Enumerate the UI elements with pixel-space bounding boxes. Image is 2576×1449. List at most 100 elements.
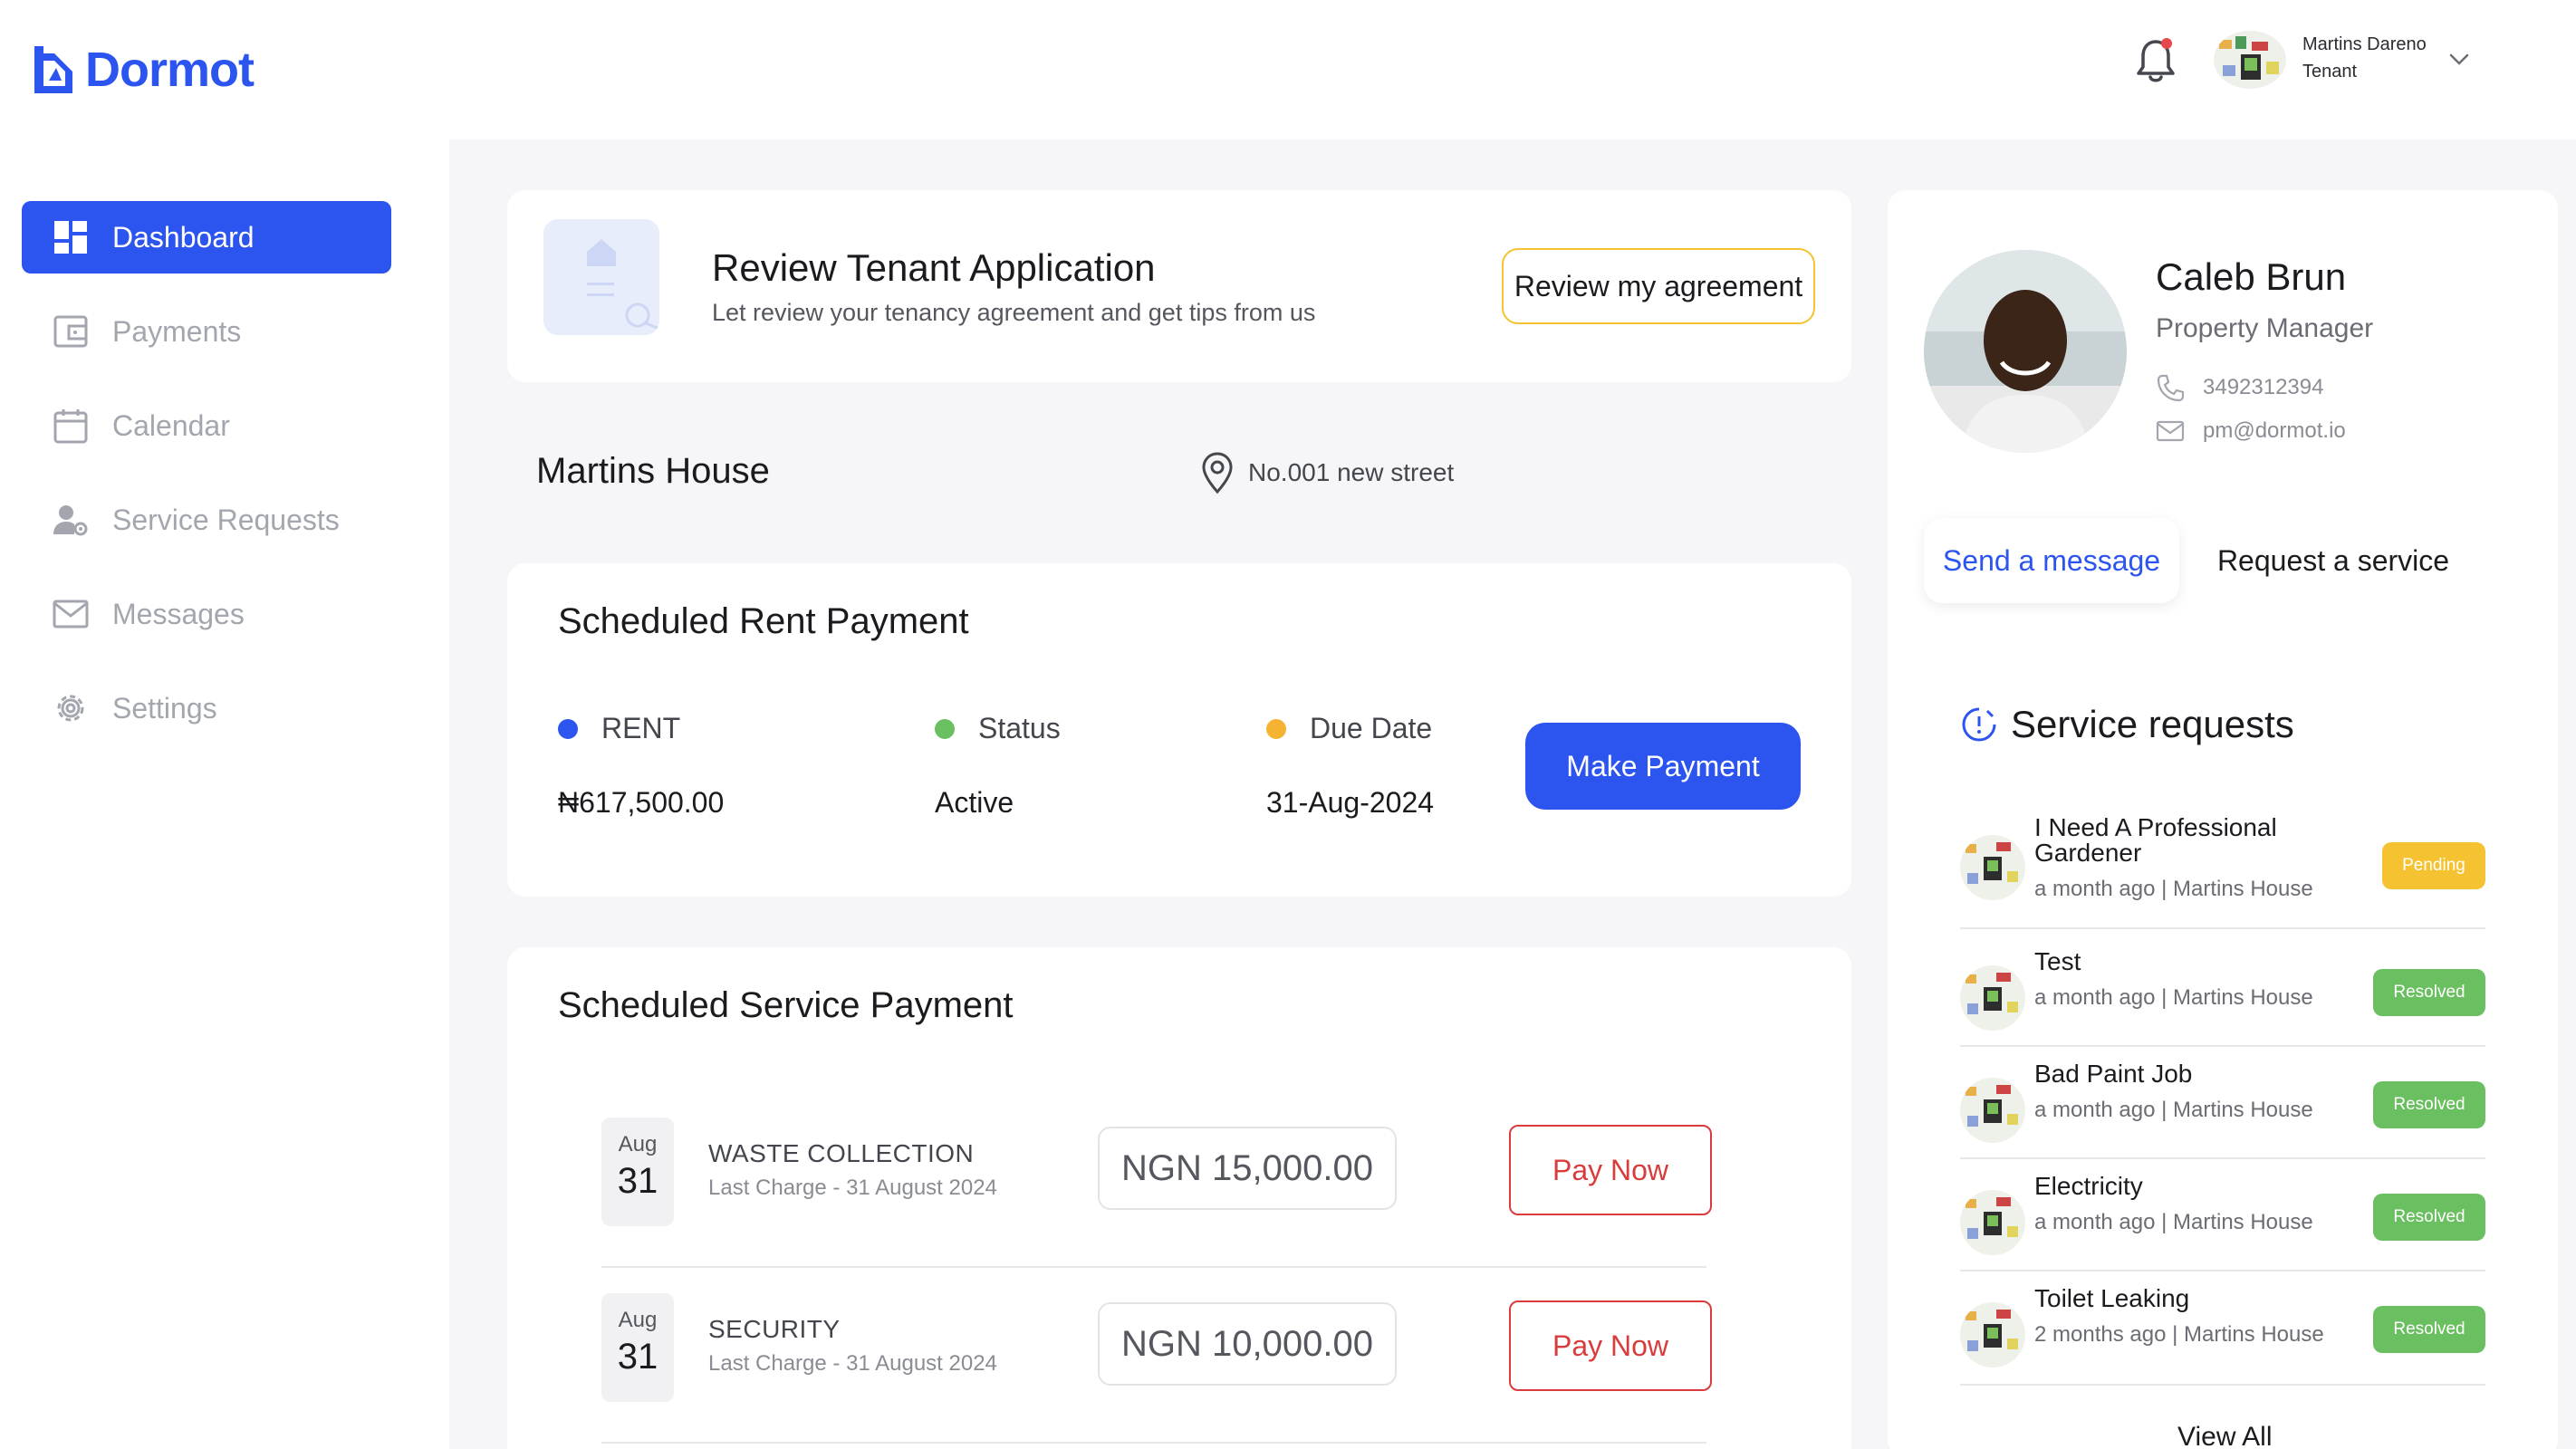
user-name: Martins Dareno	[2302, 34, 2427, 54]
clock-alert-icon	[1962, 707, 1996, 742]
house-name: Martins House	[536, 451, 770, 491]
status-label-text: Status	[978, 712, 1061, 744]
rent-due-date: 31-Aug-2024	[1266, 786, 1435, 819]
request-meta: a month ago | Martins House	[2034, 877, 2313, 901]
manager-first-name: Caleb	[2156, 255, 2255, 298]
envelope-icon	[53, 600, 89, 629]
service-name: WASTE COLLECTION	[708, 1139, 975, 1167]
envelope-icon	[2156, 420, 2185, 442]
status-badge: Pending	[2382, 842, 2485, 889]
review-agreement-button[interactable]: Review my agreement	[1502, 248, 1815, 324]
user-gear-icon	[53, 505, 88, 536]
request-title: Test	[2034, 947, 2081, 975]
service-requests-heading: Service requests	[1960, 703, 2294, 746]
request-title: Toilet Leaking	[2034, 1284, 2190, 1312]
date-month: Aug	[618, 1132, 658, 1156]
rent-status: Active	[935, 786, 1014, 819]
request-meta: a month ago | Martins House	[2034, 1098, 2313, 1122]
property-manager-panel: Caleb Brun Property Manager 3492312394 p…	[1888, 190, 2558, 1449]
date-badge: Aug 31	[601, 1293, 674, 1402]
make-payment-button[interactable]: Make Payment	[1525, 723, 1801, 810]
service-last-charge: Last Charge - 31 August 2024	[708, 1351, 997, 1376]
manager-phone-text: 3492312394	[2203, 375, 2324, 399]
service-request-item[interactable]: I Need A Professional Gardener a month a…	[1960, 815, 2485, 929]
rent-label-text: RENT	[601, 712, 681, 744]
sidebar-item-label: Messages	[112, 597, 245, 630]
user-avatar[interactable]	[2214, 31, 2286, 89]
notifications-button[interactable]	[2134, 36, 2177, 85]
service-request-item[interactable]: Test a month ago | Martins House Resolve…	[1960, 949, 2485, 1047]
due-date-label-text: Due Date	[1310, 712, 1433, 744]
requester-avatar	[1960, 1078, 2025, 1143]
document-search-icon	[543, 219, 659, 335]
notification-dot	[2161, 38, 2172, 49]
review-subtitle: Let review your tenancy agreement and ge…	[712, 299, 1316, 326]
sidebar-item-messages[interactable]: Messages	[22, 578, 391, 650]
status-badge: Resolved	[2373, 1081, 2485, 1128]
date-day: 31	[617, 1337, 658, 1377]
pay-now-button[interactable]: Pay Now	[1509, 1300, 1712, 1391]
send-message-button[interactable]: Send a message	[1924, 518, 2179, 603]
sidebar-item-settings[interactable]: Settings	[22, 672, 391, 744]
sidebar-item-label: Dashboard	[112, 220, 255, 254]
sidebar-item-payments[interactable]: Payments	[22, 295, 391, 368]
manager-role: Property Manager	[2156, 313, 2374, 343]
user-role: Tenant	[2302, 62, 2358, 82]
service-amount: NGN 15,000.00	[1098, 1127, 1397, 1210]
service-card-title: Scheduled Service Payment	[558, 985, 1014, 1025]
service-payment-row: Aug 31 WASTE COLLECTION Last Charge - 31…	[601, 1092, 1712, 1268]
wallet-icon	[53, 315, 88, 348]
requester-avatar	[1960, 1190, 2025, 1255]
gear-icon	[57, 695, 84, 722]
sidebar-item-dashboard[interactable]: Dashboard	[22, 201, 391, 273]
scheduled-service-card: Scheduled Service Payment Aug 31 WASTE C…	[507, 947, 1851, 1449]
sidebar-item-label: Calendar	[112, 408, 230, 442]
scheduled-rent-card: Scheduled Rent Payment RENT Status Due D…	[507, 563, 1851, 897]
date-month: Aug	[618, 1308, 658, 1332]
review-application-card: Review Tenant Application Let review you…	[507, 190, 1851, 382]
review-title: Review Tenant Application	[712, 246, 1156, 289]
view-all-link[interactable]: View All	[2177, 1422, 2273, 1449]
sidebar-item-service-requests[interactable]: Service Requests	[22, 484, 391, 556]
status-dot	[935, 718, 955, 739]
manager-email[interactable]: pm@dormot.io	[2156, 417, 2346, 446]
brand-name: Dormot	[85, 43, 255, 97]
request-service-button[interactable]: Request a service	[2197, 518, 2469, 603]
request-meta: 2 months ago | Martins House	[2034, 1322, 2324, 1347]
pay-now-button[interactable]: Pay Now	[1509, 1125, 1712, 1215]
request-title: Bad Paint Job	[2034, 1060, 2193, 1088]
status-label: Status	[935, 712, 1061, 745]
location-pin-icon	[1202, 452, 1233, 494]
rent-dot	[558, 718, 578, 739]
service-request-item[interactable]: Electricity a month ago | Martins House …	[1960, 1174, 2485, 1271]
manager-photo	[1924, 250, 2127, 453]
dormot-logo-icon	[34, 46, 72, 93]
requester-avatar	[1960, 965, 2025, 1031]
service-requests-title: Service requests	[2011, 703, 2294, 745]
chevron-down-icon[interactable]	[2446, 45, 2473, 72]
date-day: 31	[617, 1161, 658, 1201]
rent-amount: ₦617,500.00	[558, 786, 725, 819]
service-request-item[interactable]: Bad Paint Job a month ago | Martins Hous…	[1960, 1061, 2485, 1159]
brand-logo[interactable]: Dormot	[31, 42, 255, 98]
status-badge: Resolved	[2373, 1306, 2485, 1353]
request-meta: a month ago | Martins House	[2034, 1210, 2313, 1234]
manager-last-name: Brun	[2265, 255, 2347, 298]
sidebar-item-calendar[interactable]: Calendar	[22, 389, 391, 462]
phone-icon	[2157, 374, 2185, 402]
calendar-icon	[53, 409, 88, 444]
request-title: Electricity	[2034, 1172, 2143, 1200]
requester-avatar	[1960, 835, 2025, 900]
status-badge: Resolved	[2373, 969, 2485, 1016]
status-badge: Resolved	[2373, 1194, 2485, 1241]
manager-phone[interactable]: 3492312394	[2156, 373, 2323, 402]
service-request-item[interactable]: Toilet Leaking 2 months ago | Martins Ho…	[1960, 1286, 2485, 1386]
sidebar-item-label: Settings	[112, 691, 217, 724]
date-badge: Aug 31	[601, 1118, 674, 1226]
service-last-charge: Last Charge - 31 August 2024	[708, 1176, 997, 1200]
rent-card-title: Scheduled Rent Payment	[558, 601, 969, 641]
dashboard-icon	[54, 221, 87, 254]
sidebar-item-label: Service Requests	[112, 503, 340, 536]
requester-avatar	[1960, 1302, 2025, 1367]
request-title: I Need A Professional Gardener	[2034, 813, 2277, 867]
